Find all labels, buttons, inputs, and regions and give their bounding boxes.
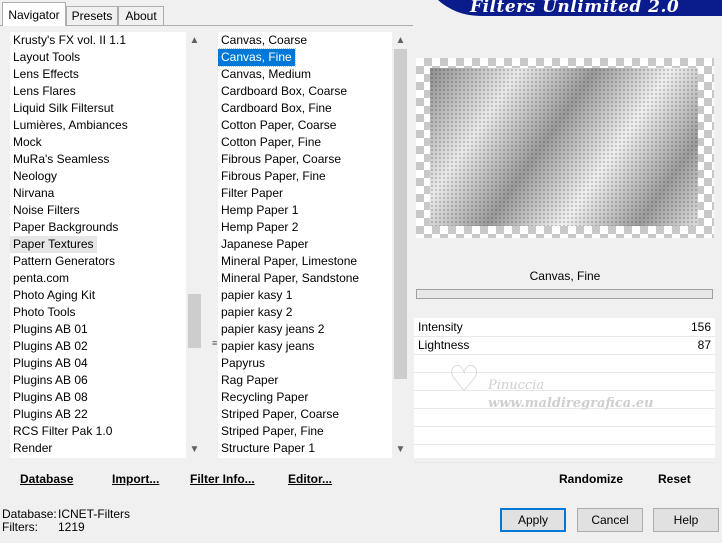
scroll-up-icon[interactable]: ▲ [392, 32, 409, 49]
list-item[interactable]: Mineral Paper, Sandstone [218, 270, 362, 287]
database-value: ICNET-Filters [58, 507, 130, 521]
reset-button[interactable]: Reset [658, 472, 691, 486]
param-footer: Randomize Reset [414, 466, 714, 492]
list-item[interactable]: Noise Filters [10, 202, 83, 219]
list-item[interactable]: papier kasy 2 [218, 304, 295, 321]
database-label: Database: [2, 507, 57, 521]
filters-label: Filters: [2, 520, 38, 534]
category-list[interactable]: Krusty's FX vol. II 1.1 Layout Tools Lens … [10, 32, 186, 458]
filter-info-button[interactable]: Filter Info... [190, 472, 255, 486]
list-item[interactable]: Hemp Paper 1 [218, 202, 301, 219]
database-button[interactable]: Database [20, 472, 73, 486]
list-item[interactable]: Cotton Paper, Fine [218, 134, 324, 151]
filter-list[interactable]: Canvas, Coarse Canvas, Fine Canvas, Medium… [218, 32, 392, 458]
param-value[interactable]: 156 [691, 320, 711, 334]
apply-button[interactable]: Apply [500, 508, 566, 532]
tab-presets[interactable]: Presets [66, 6, 118, 25]
drag-grip-icon[interactable]: ≡ [212, 339, 217, 348]
help-button[interactable]: Help [653, 508, 719, 532]
cancel-button[interactable]: Cancel [577, 508, 643, 532]
filter-list-scrollbar[interactable]: ▲ ▼ [392, 32, 409, 458]
list-item[interactable]: penta.com [10, 270, 72, 287]
list-item[interactable]: papier kasy jeans [218, 338, 317, 355]
list-item[interactable]: Liquid Silk Filtersut [10, 100, 117, 117]
scroll-down-icon[interactable]: ▼ [186, 441, 203, 458]
tab-about[interactable]: About [118, 6, 164, 25]
list-item[interactable]: papier kasy jeans 2 [218, 321, 327, 338]
list-item[interactable]: Cardboard Box, Coarse [218, 83, 350, 100]
list-item[interactable]: Fibrous Paper, Fine [218, 168, 329, 185]
list-item[interactable]: Photo Tools [10, 304, 79, 321]
list-item[interactable]: Fibrous Paper, Coarse [218, 151, 344, 168]
watermark-name: Pinuccia [488, 378, 545, 393]
list-item[interactable]: Lumières, Ambiances [10, 117, 131, 134]
list-item[interactable]: Paper Backgrounds [10, 219, 121, 236]
import-button[interactable]: Import... [112, 472, 159, 486]
param-row[interactable]: Intensity 156 [414, 318, 715, 337]
list-item[interactable]: Canvas, Medium [218, 66, 314, 83]
list-item[interactable]: Plugins AB 08 [10, 389, 91, 406]
preview-area [416, 58, 714, 238]
param-row-empty [414, 444, 715, 463]
scroll-up-icon[interactable]: ▲ [186, 32, 203, 49]
list-item[interactable]: papier kasy 1 [218, 287, 295, 304]
list-item[interactable]: RCS Filter Pak 1.0 [10, 423, 115, 440]
list-item[interactable]: Striped Paper, Coarse [218, 406, 342, 423]
list-item[interactable]: Plugins AB 22 [10, 406, 91, 423]
list-item[interactable]: Papyrus [218, 355, 268, 372]
list-item[interactable]: Plugins AB 02 [10, 338, 91, 355]
list-item[interactable]: Krusty's FX vol. II 1.1 [10, 32, 129, 49]
list-item[interactable]: Canvas, Fine [218, 48, 296, 67]
app-banner: Filters Unlimited 2.0 [420, 0, 722, 16]
list-item[interactable]: Layout Tools [10, 49, 83, 66]
list-item[interactable]: Cardboard Box, Fine [218, 100, 335, 117]
list-item[interactable]: Mock [10, 134, 45, 151]
list-item[interactable]: Structure Paper 1 [218, 440, 318, 457]
list-item[interactable]: Cotton Paper, Coarse [218, 117, 339, 134]
list-footer: Database Import... Filter Info... Editor… [0, 466, 410, 492]
preview-image [430, 68, 698, 226]
list-item[interactable]: Striped Paper, Fine [218, 423, 327, 440]
list-item[interactable]: Plugins AB 04 [10, 355, 91, 372]
list-item[interactable]: Photo Aging Kit [10, 287, 98, 304]
list-item[interactable]: Plugins AB 06 [10, 372, 91, 389]
param-label: Intensity [418, 320, 463, 334]
watermark-heart-icon: ♡ [448, 358, 481, 399]
scroll-down-icon[interactable]: ▼ [392, 441, 409, 458]
list-item[interactable]: Rag Paper [218, 372, 281, 389]
banner-title: Filters Unlimited 2.0 [470, 0, 680, 16]
list-item[interactable]: Lens Flares [10, 83, 79, 100]
list-item[interactable]: Japanese Paper [218, 236, 311, 253]
list-item[interactable]: Lens Effects [10, 66, 82, 83]
list-item[interactable]: Pattern Generators [10, 253, 118, 270]
param-value[interactable]: 87 [698, 338, 711, 352]
list-item[interactable]: Canvas, Coarse [218, 32, 310, 49]
filter-title: Canvas, Fine [416, 266, 714, 286]
list-item[interactable]: Recycling Paper [218, 389, 311, 406]
tab-bar: Navigator Presets About [0, 0, 416, 26]
filters-value: 1219 [58, 520, 85, 534]
param-row-empty [414, 426, 715, 445]
list-item[interactable]: Neology [10, 168, 60, 185]
list-item[interactable]: Paper Textures [10, 236, 97, 253]
param-label: Lightness [418, 338, 470, 352]
category-list-scrollbar[interactable]: ▲ ▼ [186, 32, 203, 458]
watermark-url: www.maldiregrafica.eu [488, 396, 654, 411]
list-item[interactable]: Hemp Paper 2 [218, 219, 301, 236]
filter-progress-bar [416, 289, 713, 299]
list-item[interactable]: Nirvana [10, 185, 57, 202]
param-row[interactable]: Lightness 87 [414, 336, 715, 355]
editor-button[interactable]: Editor... [288, 472, 332, 486]
list-item[interactable]: Mineral Paper, Limestone [218, 253, 360, 270]
list-item[interactable]: MuRa's Seamless [10, 151, 112, 168]
tab-navigator[interactable]: Navigator [2, 2, 66, 26]
randomize-button[interactable]: Randomize [559, 472, 623, 486]
list-item[interactable]: Plugins AB 01 [10, 321, 91, 338]
scroll-thumb[interactable] [188, 294, 201, 348]
scroll-thumb[interactable] [394, 49, 407, 379]
list-item[interactable]: Render [10, 440, 55, 457]
list-item[interactable]: Filter Paper [218, 185, 286, 202]
